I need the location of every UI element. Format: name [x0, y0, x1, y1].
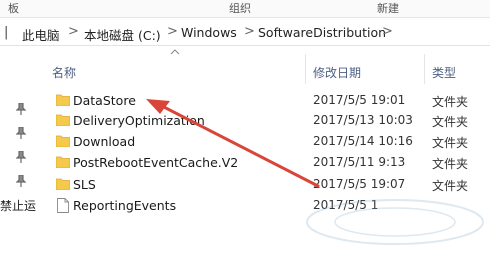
file-type: 文件夹: [432, 95, 469, 109]
file-name: DataStore: [73, 93, 136, 108]
column-divider[interactable]: [305, 54, 306, 84]
pin-icon[interactable]: [16, 127, 26, 139]
pin-icon[interactable]: [16, 103, 26, 115]
folder-icon: [56, 178, 70, 190]
breadcrumb-leading-separator: |: [4, 25, 9, 40]
file-row-postrebooteventcache[interactable]: PostRebootEventCache.V2 2017/5/11 9:13 文…: [46, 153, 490, 175]
breadcrumb-separator[interactable]: >: [382, 24, 393, 39]
breadcrumb-item-softwaredistribution[interactable]: SoftwareDistribution: [258, 25, 386, 40]
folder-icon: [56, 94, 70, 106]
breadcrumb-item-local-disk[interactable]: 本地磁盘 (C:): [84, 25, 161, 44]
file-date-modified: 2017/5/5 19:01: [313, 93, 406, 107]
file-name: PostRebootEventCache.V2: [73, 155, 239, 170]
file-row-datastore[interactable]: DataStore 2017/5/5 19:01 文件夹: [46, 91, 490, 113]
navigation-pane: 禁止运: [0, 47, 40, 253]
breadcrumb[interactable]: | 此电脑 > 本地磁盘 (C:) > Windows > SoftwareDi…: [0, 21, 490, 46]
column-header-name[interactable]: 名称: [52, 64, 76, 90]
folder-icon: [56, 114, 70, 126]
breadcrumb-separator[interactable]: >: [244, 24, 255, 39]
file-row-deliveryoptimization[interactable]: DeliveryOptimization 2017/5/13 10:03 文件夹: [46, 111, 490, 133]
ribbon-label-new: 新建: [377, 2, 399, 15]
breadcrumb-separator[interactable]: >: [167, 24, 178, 39]
file-name: Download: [73, 134, 136, 149]
file-type: 文件夹: [432, 136, 469, 150]
document-icon: [57, 198, 69, 213]
ribbon-group-labels: 板 组织 新建: [0, 0, 490, 18]
breadcrumb-separator[interactable]: >: [68, 24, 79, 39]
column-divider[interactable]: [424, 54, 425, 84]
file-name: ReportingEvents: [73, 198, 177, 213]
watermark-graphic: [306, 199, 484, 245]
column-header-type[interactable]: 类型: [432, 64, 456, 90]
file-date-modified: 2017/5/11 9:13: [313, 155, 406, 169]
file-row-download[interactable]: Download 2017/5/14 10:16 文件夹: [46, 132, 490, 154]
breadcrumb-item-this-pc[interactable]: 此电脑: [22, 25, 60, 44]
pin-icon[interactable]: [16, 175, 26, 187]
sort-ascending-icon: [170, 49, 180, 55]
breadcrumb-item-windows[interactable]: Windows: [181, 25, 237, 40]
ribbon-label-left: 板: [8, 2, 19, 15]
nav-item-label[interactable]: 禁止运: [0, 197, 36, 214]
file-type: 文件夹: [432, 115, 469, 129]
file-date-modified: 2017/5/14 10:16: [313, 134, 413, 148]
ribbon-label-organize: 组织: [229, 2, 251, 15]
column-header-date-modified[interactable]: 修改日期: [313, 64, 361, 90]
file-name: SLS: [73, 177, 96, 192]
pin-icon[interactable]: [16, 151, 26, 163]
file-date-modified: 2017/5/13 10:03: [313, 113, 413, 127]
file-type: 文件夹: [432, 157, 469, 171]
folder-icon: [56, 156, 70, 168]
file-name: DeliveryOptimization: [73, 113, 205, 128]
folder-icon: [56, 135, 70, 147]
